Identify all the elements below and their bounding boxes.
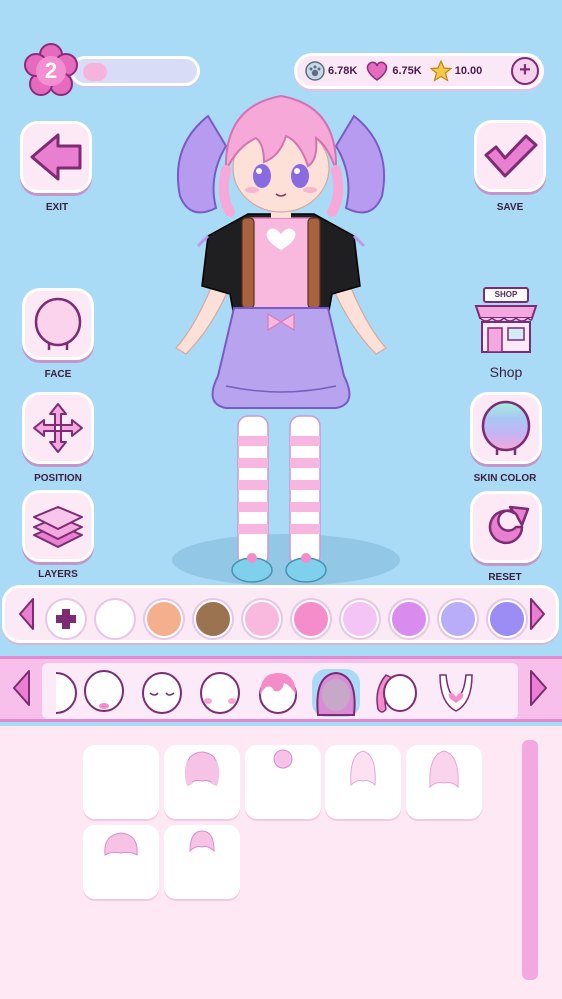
currency-bar: 6.78K 6.75K 10.00 + <box>294 53 544 89</box>
color-swatch[interactable] <box>194 600 232 638</box>
category-face-closed-eyes[interactable] <box>138 669 186 717</box>
hair-long-wavy-icon <box>429 750 459 789</box>
category-hair-side[interactable] <box>372 669 420 717</box>
item-hair-long-wavy[interactable] <box>406 745 482 819</box>
move-arrows-icon <box>33 403 83 453</box>
position-button[interactable] <box>22 392 94 464</box>
category-list <box>42 663 518 719</box>
arrow-right-icon <box>530 670 547 706</box>
heart-icon <box>367 61 388 81</box>
shop-label: Shop <box>489 364 523 380</box>
shop-button[interactable]: SHOP <box>470 286 542 358</box>
layers-label: LAYERS <box>38 569 78 580</box>
color-swatch[interactable] <box>341 600 379 638</box>
plus-icon <box>56 609 76 629</box>
exit-label: EXIT <box>45 202 69 213</box>
category-prev-button[interactable] <box>10 669 32 707</box>
category-face-plain[interactable] <box>80 669 128 717</box>
position-label: POSITION <box>34 473 82 484</box>
color-swatch[interactable] <box>488 600 526 638</box>
level-progress-fill <box>83 63 107 81</box>
category-face-blush[interactable] <box>196 669 244 717</box>
face-closed-eyes-icon <box>142 672 182 714</box>
face-label: FACE <box>44 369 72 380</box>
item-hair-bun[interactable] <box>245 745 321 819</box>
hair-fluffy-icon <box>104 832 138 856</box>
hair-wavy-icon <box>184 751 220 787</box>
star-icon <box>429 60 452 82</box>
reset-arrow-icon <box>488 505 530 545</box>
custom-color-button[interactable] <box>47 600 85 638</box>
hair-long-icon <box>316 671 356 716</box>
item-hair-fluffy[interactable] <box>83 825 159 899</box>
skin-color-label: SKIN COLOR <box>473 473 537 484</box>
face-outline-icon <box>55 672 77 714</box>
color-swatch[interactable] <box>439 600 477 638</box>
skin-color-button[interactable] <box>470 392 542 464</box>
color-swatch[interactable] <box>145 600 183 638</box>
color-swatch[interactable] <box>292 600 330 638</box>
rainbow-head-icon <box>481 400 531 455</box>
layers-icon <box>33 506 83 548</box>
item-hair-long-straight[interactable] <box>325 745 401 819</box>
category-face-partial[interactable] <box>32 669 80 717</box>
level-progress-bar <box>70 56 200 86</box>
face-blush-icon <box>200 672 240 714</box>
paw-count: 6.78K <box>328 65 358 77</box>
palette-next-button[interactable] <box>527 595 549 633</box>
checkmark-icon <box>484 134 538 178</box>
paw-icon <box>305 61 325 81</box>
hair-bun-icon <box>273 749 293 769</box>
arrow-left-icon <box>13 670 30 706</box>
level-flower-badge: 2 <box>22 42 80 100</box>
hair-side-icon <box>376 674 417 713</box>
item-hair-short-bob[interactable] <box>164 825 240 899</box>
item-hair-wavy[interactable] <box>164 745 240 819</box>
color-swatch[interactable] <box>96 600 134 638</box>
category-necklace[interactable] <box>432 669 480 717</box>
face-outline-icon <box>84 670 124 712</box>
color-swatch[interactable] <box>390 600 428 638</box>
level-number: 2 <box>44 58 58 83</box>
back-arrow-icon <box>30 133 82 181</box>
face-button[interactable] <box>22 288 94 360</box>
arrow-right-icon <box>530 598 545 630</box>
hair-long-straight-icon <box>350 750 376 787</box>
heart-count: 6.75K <box>392 65 422 77</box>
exit-button[interactable] <box>20 121 92 193</box>
color-palette <box>2 585 559 643</box>
item-none[interactable] <box>83 745 159 819</box>
item-grid-panel <box>0 726 562 999</box>
save-button[interactable] <box>474 120 546 192</box>
paw-currency: 6.78K <box>305 61 357 81</box>
necklace-heart-icon <box>439 674 473 712</box>
layers-button[interactable] <box>22 490 94 562</box>
category-hair-short[interactable] <box>254 669 302 717</box>
color-swatch[interactable] <box>243 600 281 638</box>
hair-short-icon <box>259 673 297 714</box>
heart-currency: 6.75K <box>365 60 422 82</box>
reset-button[interactable] <box>470 491 542 563</box>
arrow-left-icon <box>19 598 34 630</box>
reset-label: RESET <box>488 572 522 583</box>
level-indicator: 2 <box>22 42 200 100</box>
star-currency: 10.00 <box>429 60 483 82</box>
category-next-button[interactable] <box>528 669 550 707</box>
category-bar <box>0 656 562 722</box>
face-icon <box>34 297 82 350</box>
shop-sign-text: SHOP <box>494 290 518 299</box>
palette-prev-button[interactable] <box>15 595 37 633</box>
item-scrollbar[interactable] <box>522 740 538 980</box>
star-count: 10.00 <box>454 65 483 77</box>
save-label: SAVE <box>496 202 524 213</box>
hair-bob-icon <box>189 830 215 853</box>
category-hair-long-selected[interactable] <box>312 669 360 717</box>
character-avatar[interactable] <box>168 86 394 586</box>
add-currency-button[interactable]: + <box>511 57 539 85</box>
